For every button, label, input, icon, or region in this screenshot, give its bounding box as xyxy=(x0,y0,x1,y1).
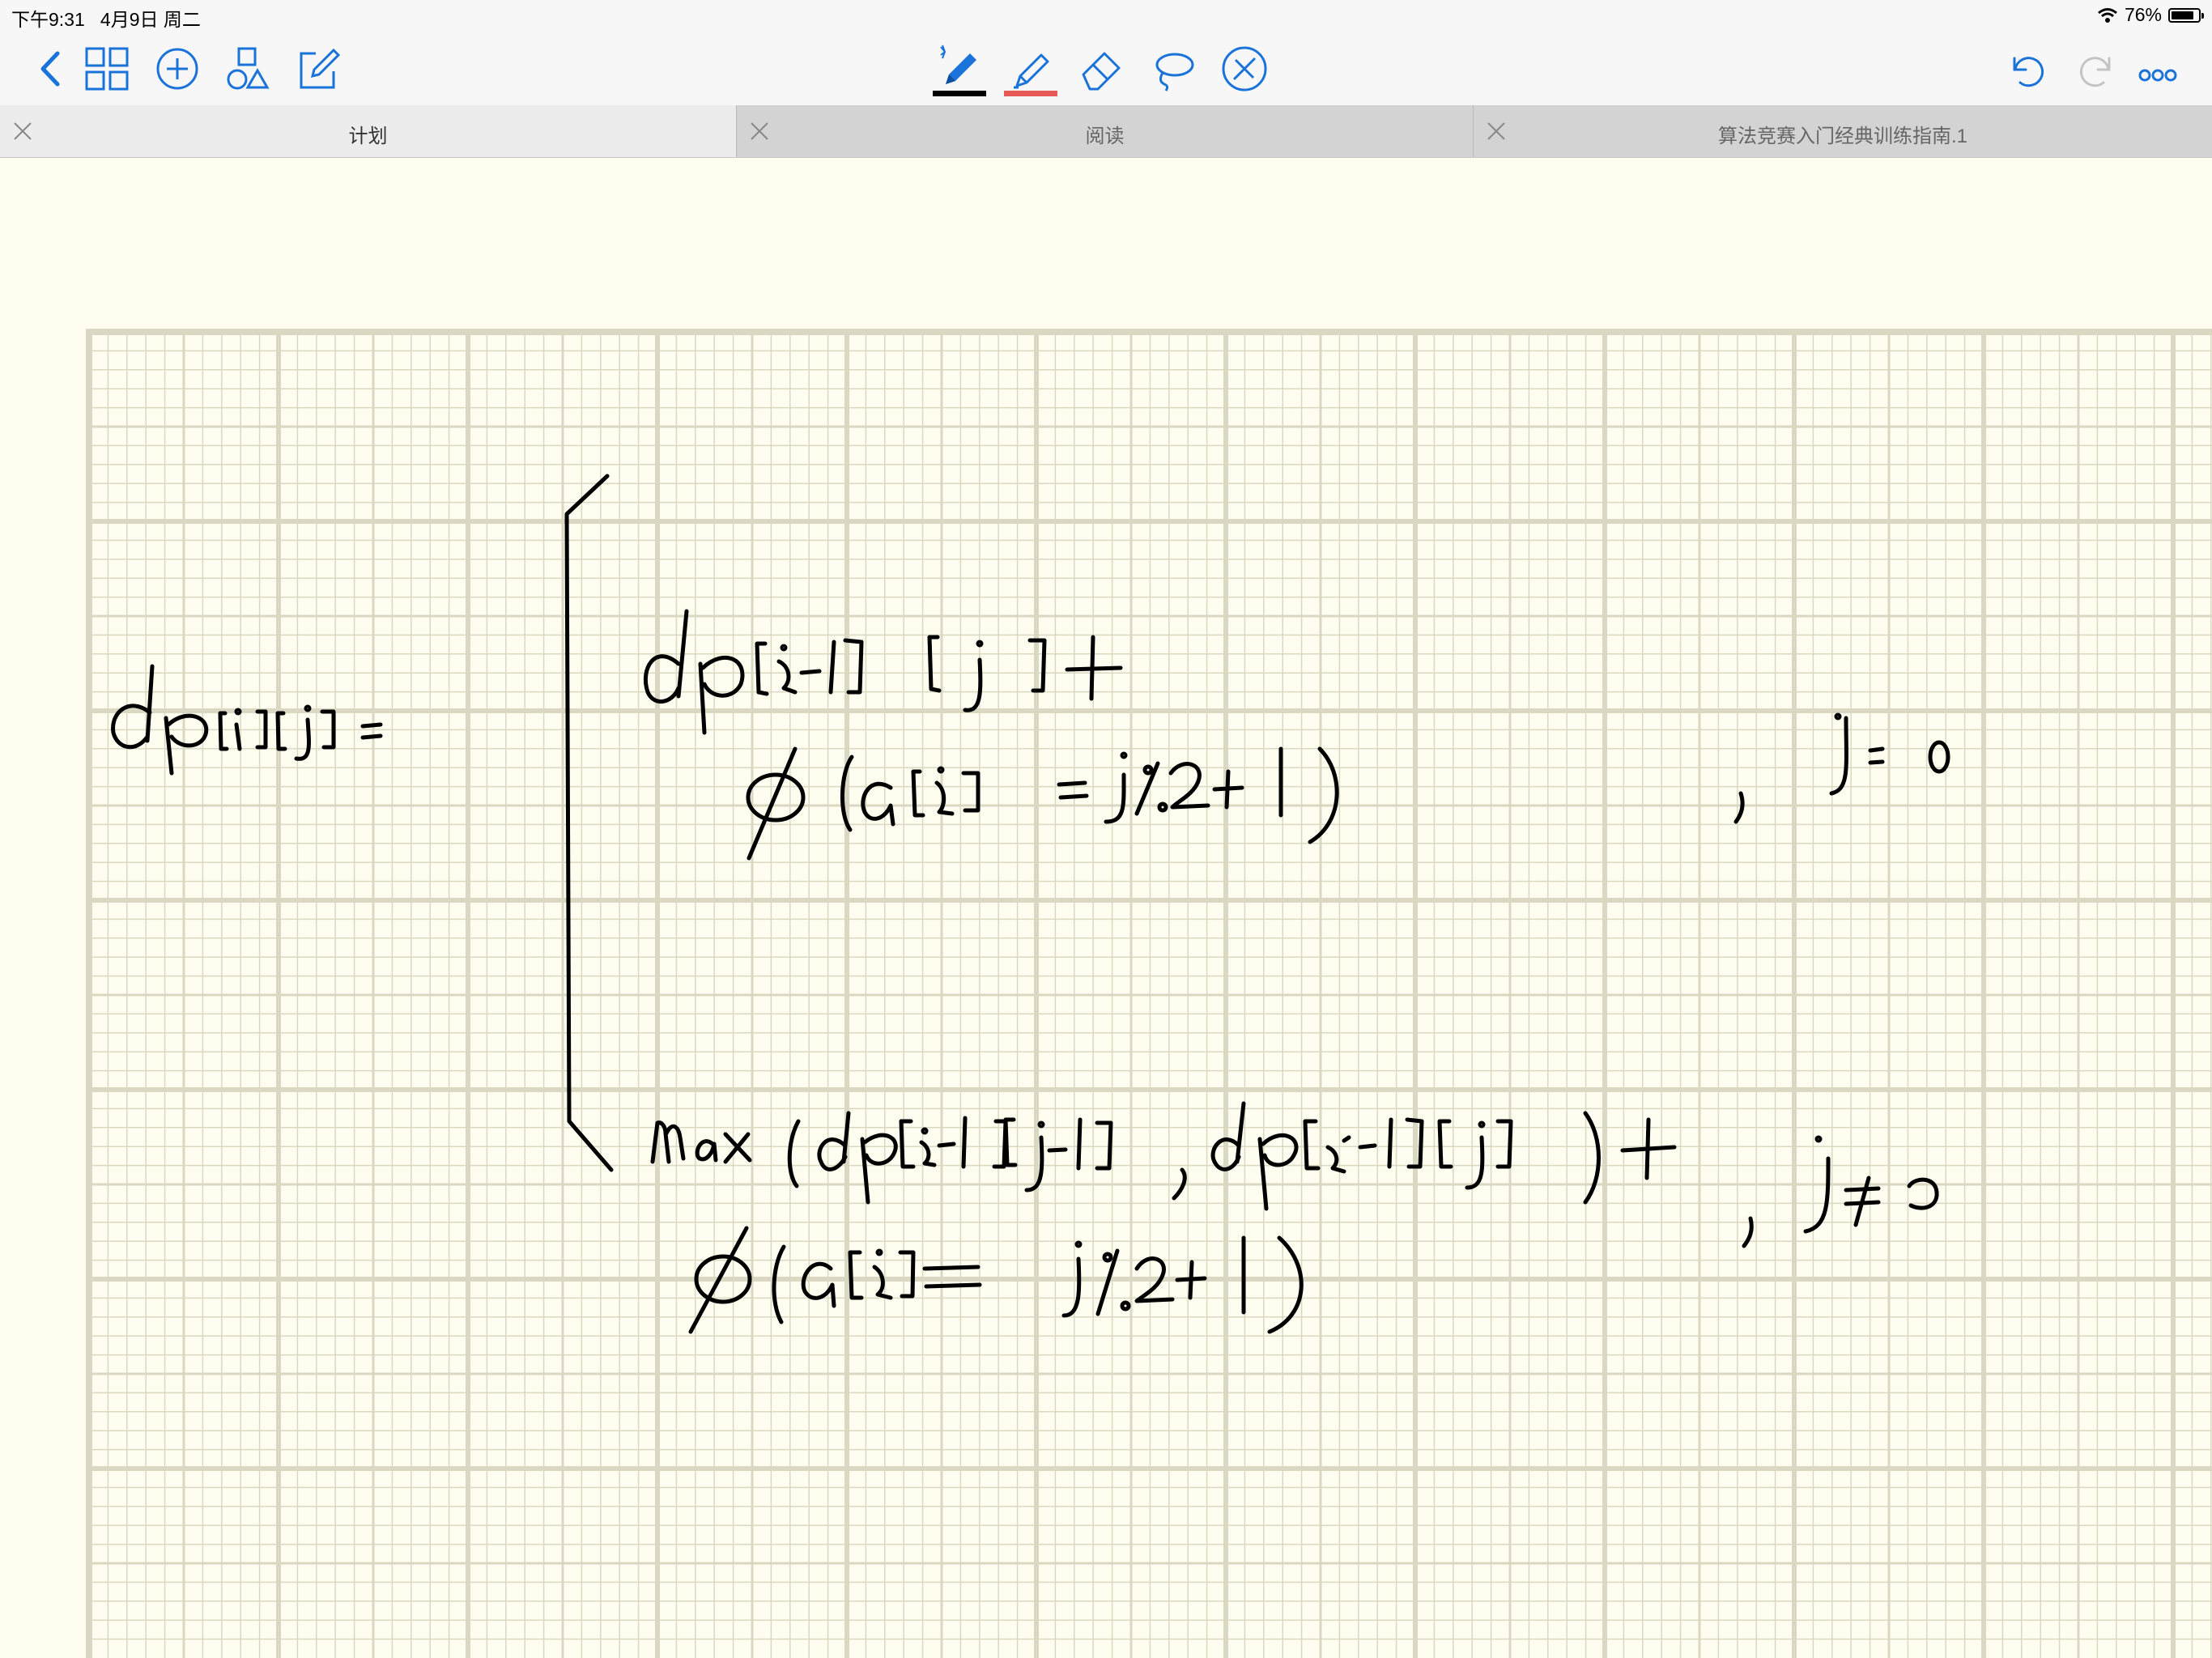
more-icon[interactable] xyxy=(2129,40,2186,97)
toolbar xyxy=(0,32,2212,105)
status-right: 76% xyxy=(2097,4,2204,26)
bluetooth-pen-icon[interactable] xyxy=(1216,40,1273,97)
status-time-date: 下午9:31 4月9日 周二 xyxy=(11,9,201,30)
pen-icon[interactable] xyxy=(931,40,988,97)
undo-icon[interactable] xyxy=(1998,40,2055,97)
shapes-icon[interactable] xyxy=(220,40,277,97)
note-page[interactable] xyxy=(0,158,2212,1658)
tab-label: 计划 xyxy=(348,125,388,147)
back-icon[interactable] xyxy=(20,40,77,97)
tab-reading[interactable]: 阅读 xyxy=(737,105,1474,157)
edit-icon[interactable] xyxy=(290,40,347,97)
add-icon[interactable] xyxy=(149,40,206,97)
document-tabs: 计划 阅读 算法竞赛入门经典训练指南.1 xyxy=(0,105,2212,158)
tab-label: 阅读 xyxy=(1085,125,1125,147)
grid-icon[interactable] xyxy=(79,40,135,97)
tab-plan[interactable]: 计划 xyxy=(0,105,737,157)
highlighter-icon[interactable] xyxy=(1002,40,1059,97)
pen-color-indicator xyxy=(933,91,986,96)
status-bar: 下午9:31 4月9日 周二 76% xyxy=(0,0,2212,32)
redo-icon[interactable] xyxy=(2069,40,2125,97)
wifi-icon xyxy=(2098,7,2117,23)
highlighter-color-indicator xyxy=(1004,91,1057,96)
lasso-icon[interactable] xyxy=(1145,40,1202,97)
tab-label: 算法竞赛入门经典训练指南.1 xyxy=(1717,125,1967,147)
tab-algorithm-guide[interactable]: 算法竞赛入门经典训练指南.1 xyxy=(1474,105,2212,157)
note-canvas[interactable] xyxy=(0,158,2212,1658)
eraser-icon[interactable] xyxy=(1074,40,1130,97)
battery-icon xyxy=(2168,7,2204,23)
battery-percent: 76% xyxy=(2124,4,2162,25)
